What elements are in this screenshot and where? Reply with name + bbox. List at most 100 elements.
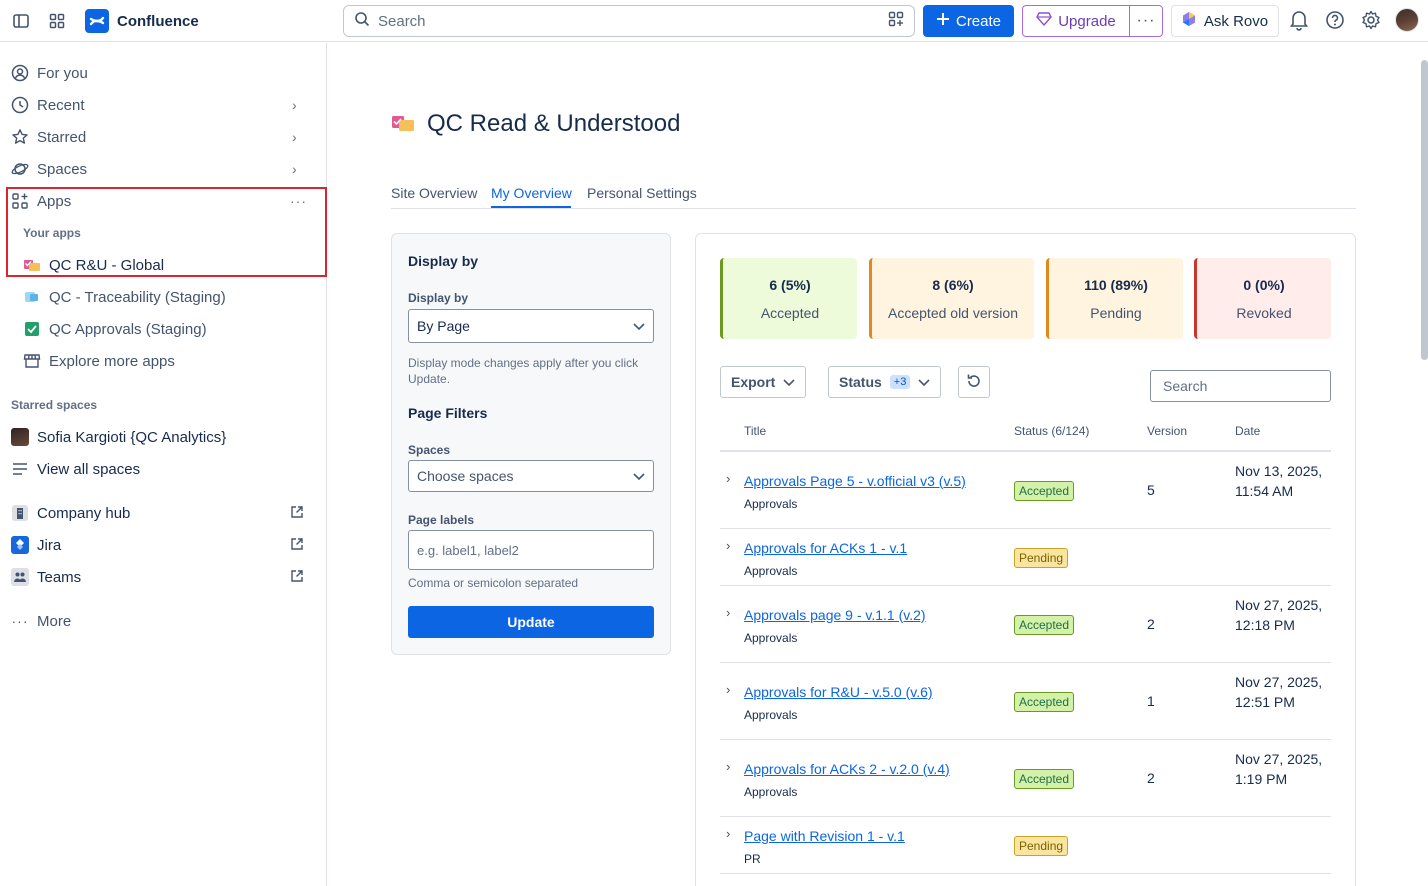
spaces-label: Spaces: [408, 443, 451, 457]
expand-row-chevron-icon[interactable]: ›: [726, 538, 730, 553]
sidebar-teams[interactable]: Teams: [0, 561, 327, 593]
rovo-label: Ask Rovo: [1203, 12, 1269, 30]
status-badge: Accepted: [1014, 614, 1075, 635]
jira-label: Jira: [37, 536, 62, 554]
stat-value: 0 (0%): [1243, 277, 1285, 293]
page-space-label: Approvals: [744, 707, 798, 722]
status-filter-button[interactable]: Status +3: [828, 366, 942, 398]
table-row: › Approvals for R&U - v.5.0 (v.6) Approval…: [720, 663, 1331, 740]
version-value: 2: [1147, 769, 1155, 786]
page-labels-input[interactable]: e.g. label1, label2: [408, 530, 654, 570]
column-header-title: Title: [744, 424, 767, 438]
sidebar-starred-space[interactable]: Sofia Kargioti {QC Analytics}: [0, 421, 327, 453]
user-avatar[interactable]: [1395, 8, 1419, 32]
sidebar-company-hub[interactable]: Company hub: [0, 497, 327, 529]
refresh-button[interactable]: [958, 366, 990, 398]
top-navigation-bar: Confluence Search Create Upgrade ··· Ask…: [0, 0, 1428, 42]
stat-card: 6 (5%) Accepted: [720, 258, 857, 339]
page-labels-help: Comma or semicolon separated: [408, 576, 579, 590]
sidebar-jira[interactable]: Jira: [0, 529, 327, 561]
display-by-select[interactable]: By Page: [408, 309, 654, 343]
sidebar-app-label: Explore more apps: [49, 352, 175, 370]
expand-row-chevron-icon[interactable]: ›: [726, 471, 730, 486]
table-row: › Approvals for ACKs 2 - v.2.0 (v.4) Appro…: [720, 740, 1331, 817]
sidebar-item-for-you[interactable]: For you: [0, 57, 327, 89]
version-value: 1: [1147, 692, 1155, 709]
stat-caption: Accepted old version: [888, 305, 1018, 321]
external-link-icon: [290, 505, 306, 521]
tab-my-overview[interactable]: My Overview: [491, 185, 572, 201]
tab-site-overview[interactable]: Site Overview: [391, 185, 477, 201]
expand-row-chevron-icon[interactable]: ›: [726, 682, 730, 697]
active-tab-indicator: [491, 206, 571, 208]
page-labels-placeholder: e.g. label1, label2: [417, 542, 519, 558]
spaces-select[interactable]: Choose spaces: [408, 460, 654, 492]
page-title-link[interactable]: Approvals for ACKs 1 - v.1: [744, 540, 907, 556]
plus-icon: [936, 12, 950, 30]
table-search-input[interactable]: Search: [1150, 370, 1331, 402]
chevron-right-icon: ›: [292, 129, 297, 145]
update-button[interactable]: Update: [408, 606, 654, 638]
external-link-icon: [290, 537, 306, 553]
expand-row-chevron-icon[interactable]: ›: [726, 759, 730, 774]
page-space-label: Approvals: [744, 563, 798, 578]
search-placeholder: Search: [378, 12, 426, 30]
confluence-logo[interactable]: Confluence: [85, 9, 199, 33]
page-title-link[interactable]: Approvals page 9 - v.1.1 (v.2): [744, 607, 926, 623]
sidebar-app-qc-traceability[interactable]: QC - Traceability (Staging): [0, 281, 327, 313]
global-search-input[interactable]: Search: [343, 5, 915, 37]
page-title-link[interactable]: Approvals Page 5 - v.official v3 (v.5): [744, 473, 966, 489]
page-space-label: Approvals: [744, 630, 798, 645]
ask-rovo-button[interactable]: Ask Rovo: [1171, 5, 1279, 37]
display-by-value: By Page: [417, 318, 470, 334]
notifications-icon[interactable]: [1289, 9, 1309, 34]
chevron-right-icon: ›: [292, 161, 297, 177]
date-value: Nov 27, 2025, 12:18 PM: [1235, 596, 1323, 633]
teams-icon: [11, 568, 29, 586]
upgrade-button[interactable]: Upgrade: [1023, 6, 1130, 36]
sidebar-explore-apps[interactable]: Explore more apps: [0, 345, 327, 377]
space-avatar-icon: [11, 428, 29, 446]
sidebar-toggle-icon[interactable]: [9, 9, 33, 33]
teams-label: Teams: [37, 568, 82, 586]
page-title-link[interactable]: Page with Revision 1 - v.1: [744, 828, 905, 844]
chevron-down-icon: [918, 374, 930, 390]
confluence-logo-icon: [85, 9, 109, 33]
refresh-icon: [966, 373, 982, 392]
page-scrollbar[interactable]: [1421, 60, 1428, 360]
expand-row-chevron-icon[interactable]: ›: [726, 605, 730, 620]
sidebar-more[interactable]: ··· More: [0, 605, 327, 637]
jira-icon: [11, 536, 29, 554]
stat-caption: Revoked: [1236, 305, 1292, 321]
sidebar-app-qc-approvals[interactable]: QC Approvals (Staging): [0, 313, 327, 345]
status-badge: Accepted: [1014, 480, 1075, 501]
sidebar-item-spaces[interactable]: Spaces ›: [0, 153, 327, 185]
company-hub-label: Company hub: [37, 504, 131, 522]
sidebar-item-starred[interactable]: Starred ›: [0, 121, 327, 153]
app-switcher-icon[interactable]: [45, 9, 69, 33]
stat-value: 6 (5%): [769, 277, 811, 293]
sidebar-app-label: QC Approvals (Staging): [49, 320, 207, 338]
upgrade-more-button[interactable]: ···: [1130, 6, 1162, 36]
tab-personal-settings[interactable]: Personal Settings: [587, 185, 697, 201]
expand-row-chevron-icon[interactable]: ›: [726, 826, 730, 841]
create-button[interactable]: Create: [923, 5, 1014, 37]
sidebar-item-recent[interactable]: Recent ›: [0, 89, 327, 121]
settings-gear-icon[interactable]: [1361, 10, 1381, 33]
page-title: QC Read & Understood: [427, 110, 681, 137]
page-space-label: Approvals: [744, 496, 798, 511]
traceability-app-icon: [23, 288, 41, 306]
export-button[interactable]: Export: [720, 366, 807, 398]
stat-caption: Pending: [1090, 305, 1142, 321]
page-title-link[interactable]: Approvals for ACKs 2 - v.2.0 (v.4): [744, 761, 950, 777]
search-filter-icon[interactable]: [888, 11, 904, 31]
page-title-link[interactable]: Approvals for R&U - v.5.0 (v.6): [744, 684, 933, 700]
app-name: Confluence: [117, 12, 199, 30]
sidebar-view-all-spaces[interactable]: View all spaces: [0, 453, 327, 485]
clock-icon: [11, 96, 29, 114]
rovo-icon: [1182, 11, 1196, 31]
help-icon[interactable]: [1325, 10, 1345, 33]
list-icon: [11, 460, 29, 478]
more-icon: ···: [1136, 12, 1156, 29]
more-icon: ···: [11, 613, 29, 629]
